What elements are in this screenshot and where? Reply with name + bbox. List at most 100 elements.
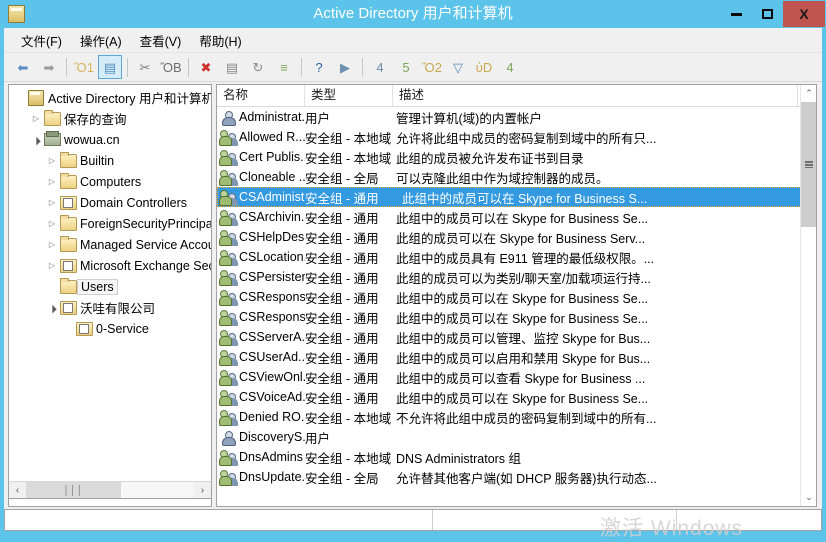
console-window-icon[interactable]: ▶ bbox=[333, 55, 357, 79]
new-ou-icon[interactable]: Ὄ2 bbox=[420, 55, 444, 79]
column-description[interactable]: 描述 bbox=[393, 85, 798, 106]
tree-item-managed-service-accounts[interactable]: Managed Service Accounts bbox=[9, 234, 211, 255]
list-pane[interactable]: 名称 类型 描述 Administrat... 用户 管理计算机(域)的内置帐户 Allo… bbox=[216, 84, 817, 507]
table-row[interactable]: CSServerA... 安全组 - 通用 此组中的成员可以管理、监控 Skype … bbox=[217, 327, 802, 347]
row-name-label: CSArchivin... bbox=[236, 210, 305, 224]
tree-item-builtin[interactable]: Builtin bbox=[9, 150, 211, 171]
title-bar: Active Directory 用户和计算机 X bbox=[0, 0, 826, 28]
tree-item-users[interactable]: Users bbox=[9, 276, 211, 297]
table-row[interactable]: DnsUpdate... 安全组 - 全局 允许替其他客户端(如 DHCP 服务器)… bbox=[217, 467, 802, 487]
table-row[interactable]: Cert Publis... 安全组 - 本地域 此组的成员被允许发布证书到目录 bbox=[217, 147, 802, 167]
chevron-down-icon[interactable] bbox=[45, 297, 59, 318]
menu-view[interactable]: 查看(V) bbox=[131, 28, 191, 53]
column-name[interactable]: 名称 bbox=[217, 85, 305, 106]
cell-type: 安全组 - 本地域 bbox=[305, 408, 393, 427]
tree-item-active-directory[interactable]: Active Directory 用户和计算机 bbox=[9, 87, 211, 108]
chevron-down-icon[interactable] bbox=[29, 129, 43, 150]
export-list-icon[interactable]: ≡ bbox=[272, 55, 296, 79]
tree-item-foreignsecurityprincipals[interactable]: ForeignSecurityPrincipals bbox=[9, 213, 211, 234]
close-button[interactable]: X bbox=[783, 1, 825, 27]
table-row[interactable]: CSVoiceAd...安全组 - 通用 此组中的成员可以在 Skype for … bbox=[217, 387, 802, 407]
tree-item-wowua-cn[interactable]: wowua.cn bbox=[9, 129, 211, 150]
list-vscroll-thumb[interactable] bbox=[801, 102, 817, 227]
new-group-icon[interactable]: ὆5 bbox=[394, 55, 418, 79]
ou-icon bbox=[59, 192, 77, 213]
saved-query-icon[interactable]: ὆4 bbox=[498, 55, 522, 79]
refresh-icon[interactable]: ↻ bbox=[246, 55, 270, 79]
properties-icon[interactable]: ▤ bbox=[220, 55, 244, 79]
cell-name: CSRespons... bbox=[217, 289, 305, 306]
group-icon bbox=[219, 289, 236, 306]
help-icon-glyph: ? bbox=[315, 61, 322, 74]
new-ou-icon-glyph: Ὄ2 bbox=[422, 61, 442, 74]
table-row[interactable]: Allowed R... 安全组 - 本地域 允许将此组中成员的密码复制到域中的所有… bbox=[217, 127, 802, 147]
cell-name: CSArchivin... bbox=[217, 209, 305, 226]
chevron-right-icon[interactable] bbox=[29, 108, 43, 129]
scroll-up-icon[interactable]: ⌃ bbox=[801, 85, 817, 102]
menu-action[interactable]: 操作(A) bbox=[71, 28, 131, 53]
table-row[interactable]: Denied RO... 安全组 - 本地域 不允许将此组中成员的密码复制到域中的所… bbox=[217, 407, 802, 427]
cell-description: 此组中的成员可以启用和禁用 Skype for Bus... bbox=[393, 348, 798, 367]
list-vertical-scrollbar[interactable]: ⌃ ⌄ bbox=[800, 85, 816, 506]
tree-hscroll-track[interactable]: │││ bbox=[26, 482, 194, 498]
tree-item-0-service[interactable]: 0-Service bbox=[9, 318, 211, 339]
table-row[interactable]: CSViewOnl...安全组 - 通用 此组中的成员可以查看 Skype for… bbox=[217, 367, 802, 387]
show-hide-tree-icon[interactable]: ▤ bbox=[98, 55, 122, 79]
tree-item-[interactable]: 沃哇有限公司 bbox=[9, 297, 211, 318]
new-user-icon[interactable]: ὆4 bbox=[368, 55, 392, 79]
window-title: Active Directory 用户和计算机 bbox=[0, 0, 826, 28]
tree-item-domain-controllers[interactable]: Domain Controllers bbox=[9, 192, 211, 213]
cut-icon[interactable]: ✂ bbox=[133, 55, 157, 79]
menu-file[interactable]: 文件(F) bbox=[12, 28, 71, 53]
cell-name: CSPersisten... bbox=[217, 269, 305, 286]
scroll-right-icon[interactable]: › bbox=[194, 482, 211, 498]
minimize-button[interactable] bbox=[721, 1, 752, 27]
folder-icon bbox=[59, 276, 77, 297]
up-folder-icon[interactable]: Ὄ1 bbox=[72, 55, 96, 79]
table-row[interactable]: DiscoveryS...用户 bbox=[217, 427, 802, 447]
main-window: Active Directory 用户和计算机 X 文件(F) 操作(A) 查看(V… bbox=[0, 0, 826, 535]
chevron-right-icon[interactable] bbox=[45, 255, 59, 276]
filter-icon[interactable]: ▽ bbox=[446, 55, 470, 79]
tree-horizontal-scrollbar[interactable]: ‹ │││ › bbox=[8, 481, 212, 499]
scroll-down-icon[interactable]: ⌄ bbox=[801, 489, 817, 506]
row-name-label: CSRespons... bbox=[236, 290, 305, 304]
back-icon[interactable]: ⬅ bbox=[11, 55, 35, 79]
group-icon bbox=[219, 349, 236, 366]
cell-name: Denied RO... bbox=[217, 409, 305, 426]
chevron-right-icon[interactable] bbox=[45, 150, 59, 171]
tree-item-[interactable]: 保存的查询 bbox=[9, 108, 211, 129]
maximize-button[interactable] bbox=[752, 1, 783, 27]
column-type[interactable]: 类型 bbox=[305, 85, 393, 106]
table-row[interactable]: CSRespons...安全组 - 通用 此组中的成员可以在 Skype for … bbox=[217, 287, 802, 307]
list-vscroll-track[interactable] bbox=[801, 102, 817, 489]
help-icon[interactable]: ? bbox=[307, 55, 331, 79]
forward-icon[interactable]: ➡ bbox=[37, 55, 61, 79]
table-row[interactable]: CSArchivin... 安全组 - 通用 此组中的成员可以在 Skype for… bbox=[217, 207, 802, 227]
tree-item-computers[interactable]: Computers bbox=[9, 171, 211, 192]
menu-help[interactable]: 帮助(H) bbox=[190, 28, 250, 53]
table-row[interactable]: Cloneable ... 安全组 - 全局 可以克隆此组中作为域控制器的成员。 bbox=[217, 167, 802, 187]
table-row[interactable]: Administrat... 用户 管理计算机(域)的内置帐户 bbox=[217, 107, 802, 127]
chevron-right-icon[interactable] bbox=[45, 192, 59, 213]
chevron-right-icon[interactable] bbox=[45, 213, 59, 234]
table-row[interactable]: CSUserAd... 安全组 - 通用 此组中的成员可以启用和禁用 Skype f… bbox=[217, 347, 802, 367]
tree-item-label: Active Directory 用户和计算机 bbox=[45, 88, 212, 107]
tree-item-microsoft-exchange-security-groups[interactable]: Microsoft Exchange Security Groups bbox=[9, 255, 211, 276]
table-row[interactable]: CSRespons...安全组 - 通用 此组中的成员可以在 Skype for … bbox=[217, 307, 802, 327]
paste-icon[interactable]: ὌB bbox=[159, 55, 183, 79]
scroll-left-icon[interactable]: ‹ bbox=[9, 482, 26, 498]
table-row[interactable]: CSHelpDesk 安全组 - 通用 此组的成员可以在 Skype for Bus… bbox=[217, 227, 802, 247]
chevron-right-icon[interactable] bbox=[45, 171, 59, 192]
tree-hscroll-thumb[interactable]: │││ bbox=[26, 482, 121, 498]
tree-pane[interactable]: Active Directory 用户和计算机保存的查询 wowua.cn Buil… bbox=[8, 84, 212, 507]
table-row[interactable]: DnsAdmins 安全组 - 本地域 DNS Administrators 组 bbox=[217, 447, 802, 467]
find-icon[interactable]: ὐD bbox=[472, 55, 496, 79]
delete-icon[interactable]: ✖ bbox=[194, 55, 218, 79]
group-icon bbox=[219, 329, 236, 346]
table-row[interactable]: CSPersisten...安全组 - 通用 此组的成员可以为类别/聊天室/加载项… bbox=[217, 267, 802, 287]
row-name-label: Cert Publis... bbox=[236, 150, 305, 164]
table-row[interactable]: CSLocation...安全组 - 通用 此组中的成员具有 E911 管理的最低… bbox=[217, 247, 802, 267]
chevron-right-icon[interactable] bbox=[45, 234, 59, 255]
table-row[interactable]: CSAdminist...安全组 - 通用 此组中的成员可以在 Skype for… bbox=[217, 187, 802, 207]
